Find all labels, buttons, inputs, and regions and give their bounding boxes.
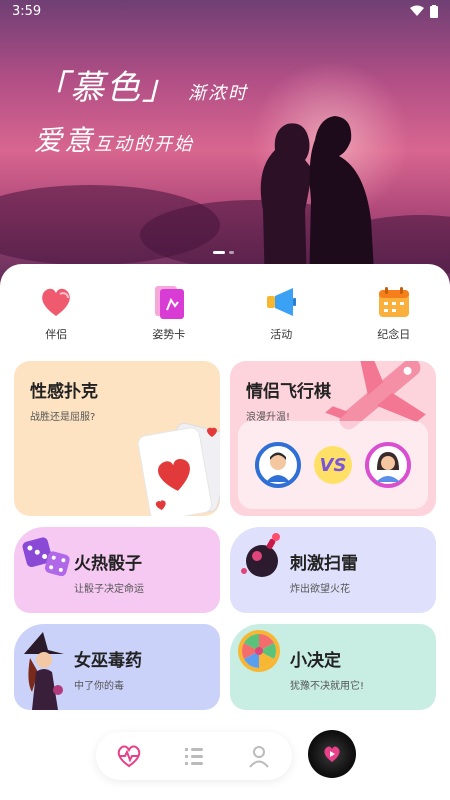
female-avatar-icon [376,452,401,482]
main-content: 伴侣 姿势卡 活动 纪念日 性感扑克 战胜还是屈服? 情侣飞行棋 浪漫升温! V… [0,264,450,800]
quick-nav-label: 伴侣 [45,328,68,341]
quick-nav-label: 姿势卡 [152,328,186,341]
heart-pulse-icon[interactable] [115,742,143,770]
bomb-icon [241,533,280,577]
avatar-male [254,442,301,488]
quick-nav-partner[interactable]: 伴侣 [11,284,101,342]
calendar-icon [378,287,409,317]
spin-wheel-icon [238,630,280,672]
bottom-nav [96,732,292,780]
profile-icon[interactable] [245,742,273,770]
card-title: 女巫毒药 [74,651,142,671]
card-couple-flight-chess[interactable]: 情侣飞行棋 浪漫升温! VS [230,361,436,516]
music-disc-button[interactable] [308,730,356,778]
card-subtitle: 中了你的毒 [74,681,124,692]
quick-nav-anniversary[interactable]: 纪念日 [349,284,439,342]
heart-play-icon [324,746,340,762]
hero-title-sub: 渐浓时 [188,83,248,104]
vs-panel: VS [238,421,428,509]
hero-line2-sub: 互动的开始 [94,134,195,155]
vs-badge: VS [313,446,352,484]
quick-nav-label: 活动 [270,328,293,341]
megaphone-icon [267,288,297,316]
wifi-icon [410,5,424,16]
hero-title-main: 「慕色」 [34,68,178,108]
status-time: 3:59 [12,3,42,19]
battery-icon [430,4,438,18]
card-sexy-poker[interactable]: 性感扑克 战胜还是屈服? [14,361,220,516]
quick-nav: 伴侣 姿势卡 活动 纪念日 [0,284,450,342]
quick-nav-label: 纪念日 [377,328,411,341]
hero-line2-main: 爱意 [34,124,95,157]
hero-title: 「慕色」 渐浓时 爱意互动的开始 [34,60,248,159]
couple-silhouette-image [260,116,375,290]
carousel-dot [229,251,234,254]
card-hot-dice[interactable]: 火热骰子 让骰子决定命运 [14,527,220,613]
card-witch-poison[interactable]: 女巫毒药 中了你的毒 [14,624,220,710]
card-title: 刺激扫雷 [290,554,358,574]
card-subtitle: 炸出欲望火花 [290,584,350,595]
heart-icon [42,288,71,316]
list-icon[interactable] [180,742,208,770]
card-title: 小决定 [290,651,341,671]
card-title: 火热骰子 [74,554,142,574]
witch-icon [24,632,64,710]
avatar-female [365,442,412,488]
card-small-decision[interactable]: 小决定 犹豫不决就用它! [230,624,436,710]
card-subtitle: 犹豫不决就用它! [290,681,365,692]
pose-card-icon [154,286,184,319]
card-subtitle: 让骰子决定命运 [74,584,144,595]
carousel-indicator [213,251,234,254]
card-minesweeper[interactable]: 刺激扫雷 炸出欲望火花 [230,527,436,613]
card-title: 性感扑克 [30,382,98,402]
hero-banner[interactable]: 3:59 「慕色」 渐浓时 爱意互动的开始 [0,0,450,290]
status-bar: 3:59 [0,0,450,22]
carousel-dot-active [213,251,225,254]
quick-nav-activity[interactable]: 活动 [236,284,326,342]
quick-nav-pose-card[interactable]: 姿势卡 [124,284,214,342]
male-avatar-icon [265,452,290,482]
playing-cards-icon [137,422,220,516]
dice-icon [22,537,70,577]
